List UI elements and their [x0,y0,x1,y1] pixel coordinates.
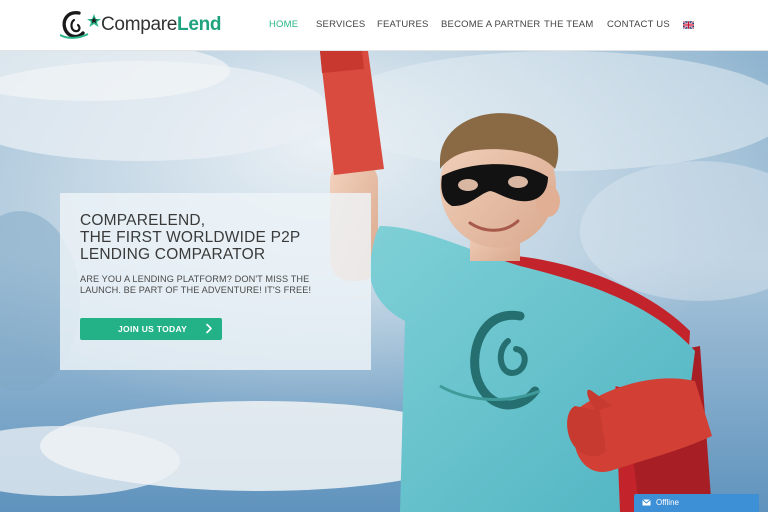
main-navigation: HOME SERVICES FEATURES BECOME A PARTNER … [0,0,768,51]
hero-subtitle: ARE YOU A LENDING PLATFORM? DON'T MISS T… [80,274,365,296]
chevron-right-icon [206,323,212,334]
uk-flag-icon[interactable] [683,21,694,29]
hero-subtitle-line: ARE YOU A LENDING PLATFORM? DON'T MISS T… [80,274,310,284]
hero-subtitle-line: LAUNCH. BE PART OF THE ADVENTURE! IT'S F… [80,285,312,295]
join-us-button-label: JOIN US TODAY [118,324,188,334]
hero-card: COMPARELEND, THE FIRST WORLDWIDE P2P LEN… [60,193,371,370]
hero-title-line: THE FIRST WORLDWIDE P2P [80,229,301,246]
hero-title: COMPARELEND, THE FIRST WORLDWIDE P2P LEN… [80,212,365,263]
nav-item-features[interactable]: FEATURES [377,19,429,31]
site-header: CompareLend HOME SERVICES FEATURES BECOM… [0,0,768,51]
chat-widget-offline[interactable]: Offline [634,494,759,512]
nav-item-become-a-partner[interactable]: BECOME A PARTNER [441,19,540,31]
nav-item-services[interactable]: SERVICES [316,19,365,31]
hero-title-line: LENDING COMPARATOR [80,246,266,263]
envelope-icon [642,499,651,506]
join-us-button[interactable]: JOIN US TODAY [80,318,222,340]
chat-status-label: Offline [656,498,679,507]
hero-title-line: COMPARELEND, [80,212,206,229]
nav-item-contact-us[interactable]: CONTACT US [607,19,670,31]
hero-section: COMPARELEND, THE FIRST WORLDWIDE P2P LEN… [0,51,768,512]
nav-item-the-team[interactable]: THE TEAM [544,19,593,31]
nav-item-home[interactable]: HOME [269,19,298,31]
